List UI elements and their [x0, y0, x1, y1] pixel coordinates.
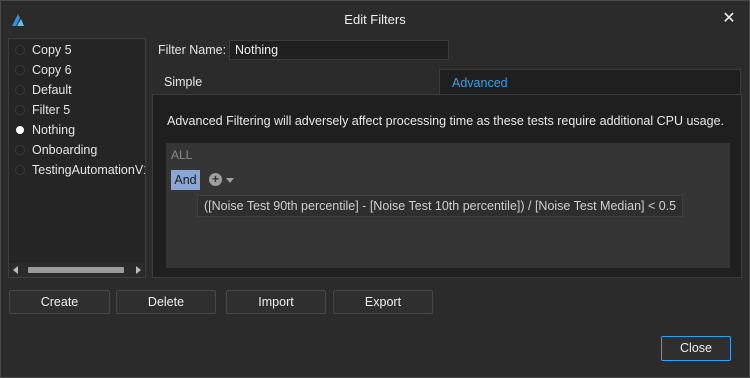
filter-name-label: Filter Name:	[158, 43, 227, 57]
list-item-label: TestingAutomationV1	[32, 163, 146, 177]
list-item[interactable]: TestingAutomationV1	[9, 160, 146, 180]
close-icon[interactable]: ✕	[719, 9, 739, 29]
radio-icon	[15, 165, 25, 175]
tab-simple[interactable]: Simple	[153, 69, 439, 95]
list-item[interactable]: Filter 5	[9, 100, 145, 120]
radio-icon	[15, 105, 25, 115]
export-button[interactable]: Export	[333, 290, 433, 314]
scroll-right-icon[interactable]	[136, 266, 141, 274]
list-item[interactable]: Default	[9, 80, 145, 100]
list-item[interactable]: Onboarding	[9, 140, 145, 160]
create-button[interactable]: Create	[9, 290, 110, 314]
list-item-label: Copy 5	[32, 43, 72, 57]
radio-icon	[15, 45, 25, 55]
radio-selected-icon	[16, 126, 24, 134]
list-item-label: Copy 6	[32, 63, 72, 77]
edit-filters-dialog: Edit Filters ✕ Copy 5 Copy 6 Default Fil…	[0, 0, 750, 378]
list-item-selected[interactable]: Nothing	[9, 120, 145, 140]
rule-builder: ALL And + ([Noise Test 90th percentile] …	[166, 143, 730, 268]
list-item-label: Nothing	[32, 123, 76, 137]
radio-icon	[15, 85, 25, 95]
filter-name-input[interactable]	[229, 40, 449, 60]
root-group-label: ALL	[171, 148, 193, 162]
filter-list[interactable]: Copy 5 Copy 6 Default Filter 5 Nothing O…	[8, 38, 146, 278]
chevron-down-icon[interactable]	[226, 178, 234, 183]
delete-button[interactable]: Delete	[116, 290, 216, 314]
scroll-left-icon[interactable]	[13, 266, 18, 274]
and-operator-button[interactable]: And	[171, 170, 200, 190]
horizontal-scrollbar[interactable]	[10, 263, 144, 277]
dialog-title: Edit Filters	[344, 12, 406, 27]
title-bar: Edit Filters ✕	[1, 1, 749, 39]
radio-icon	[15, 65, 25, 75]
list-item[interactable]: Copy 6	[9, 60, 145, 80]
list-item-label: Onboarding	[32, 143, 98, 157]
list-item[interactable]: Copy 5	[9, 40, 145, 60]
advanced-warning-text: Advanced Filtering will adversely affect…	[167, 114, 724, 128]
import-button[interactable]: Import	[226, 290, 326, 314]
scroll-thumb[interactable]	[28, 267, 124, 273]
list-item-label: Filter 5	[32, 103, 71, 117]
list-item-label: Default	[32, 83, 72, 97]
advanced-tab-panel: Advanced Filtering will adversely affect…	[152, 94, 742, 278]
tab-advanced[interactable]: Advanced	[439, 69, 741, 95]
rule-expression[interactable]: ([Noise Test 90th percentile] - [Noise T…	[197, 195, 684, 217]
plus-circle-icon[interactable]: +	[209, 173, 222, 186]
close-button[interactable]: Close	[661, 336, 731, 361]
radio-icon	[15, 145, 25, 155]
